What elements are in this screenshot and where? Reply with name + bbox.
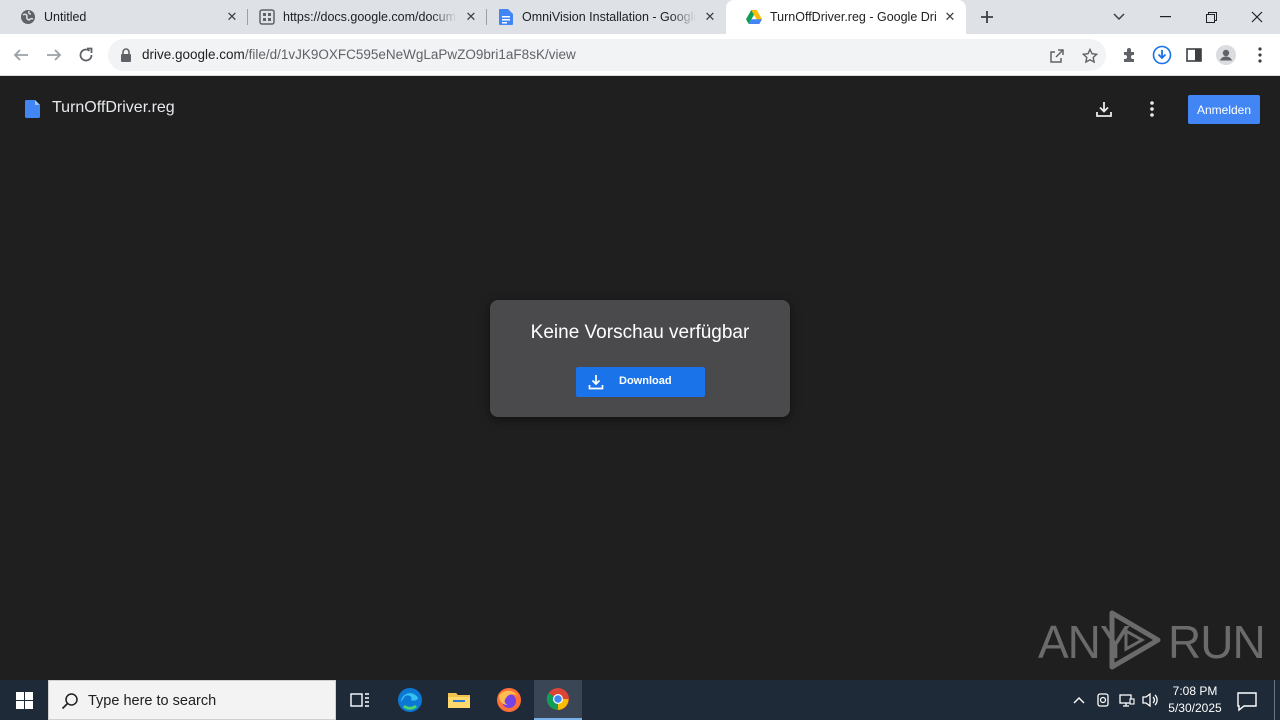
- tray-volume-icon[interactable]: [1142, 691, 1160, 709]
- tab-omnivision-installation[interactable]: OmniVision Installation - Google Docs ✕: [478, 0, 726, 34]
- taskbar-file-explorer[interactable]: [435, 680, 483, 720]
- lock-icon[interactable]: [119, 48, 133, 62]
- tray-chevron-up-icon[interactable]: [1070, 691, 1088, 709]
- tab-search-button[interactable]: [1096, 0, 1142, 34]
- bookmark-star-icon[interactable]: [1081, 47, 1099, 65]
- url-host: drive.google.com: [142, 47, 245, 62]
- tab-title: TurnOffDriver.reg - Google Drive: [770, 10, 936, 24]
- no-preview-dialog: Keine Vorschau verfügbar Download: [490, 300, 790, 417]
- close-icon[interactable]: ✕: [702, 9, 718, 25]
- browser-toolbar: drive.google.com/file/d/1vJK9OXFC595eNeW…: [0, 34, 1280, 76]
- show-desktop-button[interactable]: [1274, 680, 1275, 720]
- side-panel-icon[interactable]: [1184, 45, 1204, 65]
- google-drive-icon: [746, 9, 762, 25]
- download-button[interactable]: Download: [576, 367, 705, 397]
- tab-strip: Untitled ✕ https://docs.google.com/docum…: [0, 0, 1280, 34]
- folder-icon: [448, 693, 470, 708]
- viewer-more-button[interactable]: [1140, 97, 1164, 121]
- windows-logo-icon: [15, 691, 33, 709]
- back-button[interactable]: [9, 43, 33, 67]
- url-text[interactable]: drive.google.com/file/d/1vJK9OXFC595eNeW…: [142, 47, 576, 62]
- task-view-button[interactable]: [336, 680, 384, 720]
- docs-grid-icon: [259, 9, 275, 25]
- tab-title: OmniVision Installation - Google Docs: [522, 10, 696, 24]
- viewer-download-button[interactable]: [1092, 97, 1116, 121]
- anyrun-watermark: ANY RUN: [1038, 607, 1266, 673]
- taskbar-search-box[interactable]: Type here to search: [48, 680, 336, 720]
- no-preview-message: Keine Vorschau verfügbar: [530, 322, 750, 343]
- notification-icon[interactable]: [1236, 690, 1258, 712]
- close-window-button[interactable]: [1234, 0, 1280, 34]
- download-icon: [588, 375, 604, 390]
- taskbar-clock[interactable]: 7:08 PM 5/30/2025: [1160, 683, 1230, 717]
- reload-icon: [79, 47, 93, 62]
- download-icon: [1096, 102, 1112, 117]
- minimize-button[interactable]: [1142, 0, 1188, 34]
- search-placeholder: Type here to search: [88, 693, 217, 709]
- restore-button[interactable]: [1188, 0, 1234, 34]
- address-bar[interactable]: drive.google.com/file/d/1vJK9OXFC595eNeW…: [108, 39, 1106, 71]
- tray-network-icon[interactable]: [1118, 691, 1136, 709]
- forward-button[interactable]: [42, 43, 66, 67]
- tab-turnoffdriver-drive[interactable]: TurnOffDriver.reg - Google Drive ✕: [726, 0, 966, 34]
- taskbar-chrome[interactable]: [534, 680, 582, 720]
- extensions-puzzle-icon[interactable]: [1120, 45, 1140, 65]
- signin-button[interactable]: Anmelden: [1188, 95, 1260, 124]
- close-icon[interactable]: ✕: [463, 9, 479, 25]
- close-icon[interactable]: ✕: [942, 9, 958, 25]
- url-path: /file/d/1vJK9OXFC595eNeWgLaPwZO9bri1aF8s…: [244, 47, 576, 62]
- watermark-right: RUN: [1168, 616, 1266, 668]
- drive-viewer: TurnOffDriver.reg Anmelden Keine Vorscha…: [0, 77, 1280, 680]
- more-vert-icon: [1150, 101, 1154, 117]
- task-view-icon: [350, 693, 369, 707]
- windows-taskbar: Type here to search 7:08 PM 5/30/2025: [0, 680, 1280, 720]
- download-label: Download: [619, 375, 672, 387]
- taskbar-firefox[interactable]: [485, 680, 533, 720]
- globe-icon: [20, 9, 36, 25]
- tab-title: https://docs.google.com/document/: [283, 10, 457, 24]
- clock-time: 7:08 PM: [1172, 684, 1218, 698]
- firefox-icon: [497, 688, 521, 712]
- reload-button[interactable]: [74, 43, 98, 67]
- edge-icon: [398, 688, 422, 712]
- search-icon: [61, 693, 78, 710]
- arrow-right-icon: [47, 49, 62, 61]
- arrow-left-icon: [13, 49, 28, 61]
- chevron-down-icon: [1113, 13, 1125, 21]
- tray-device-icon[interactable]: [1094, 691, 1112, 709]
- start-button[interactable]: [0, 680, 48, 720]
- tab-untitled[interactable]: Untitled ✕: [0, 0, 248, 34]
- minimize-icon: [1159, 16, 1171, 18]
- clock-date: 5/30/2025: [1168, 701, 1222, 715]
- chrome-menu-icon[interactable]: [1250, 45, 1270, 65]
- close-icon[interactable]: ✕: [224, 9, 240, 25]
- plus-icon: [981, 11, 993, 23]
- taskbar-edge[interactable]: [386, 680, 434, 720]
- file-icon: [25, 100, 40, 118]
- tab-title: Untitled: [44, 10, 87, 24]
- downloads-icon[interactable]: [1152, 45, 1172, 65]
- new-tab-button[interactable]: [976, 6, 998, 28]
- share-icon[interactable]: [1048, 47, 1066, 65]
- google-docs-icon: [498, 9, 514, 25]
- file-title: TurnOffDriver.reg: [52, 99, 175, 116]
- play-logo-icon: [1109, 610, 1161, 670]
- chrome-icon: [546, 688, 569, 710]
- restore-icon: [1205, 11, 1217, 23]
- tab-docs-url[interactable]: https://docs.google.com/document/ ✕: [239, 0, 487, 34]
- profile-avatar-icon[interactable]: [1216, 45, 1236, 65]
- close-icon: [1251, 11, 1263, 23]
